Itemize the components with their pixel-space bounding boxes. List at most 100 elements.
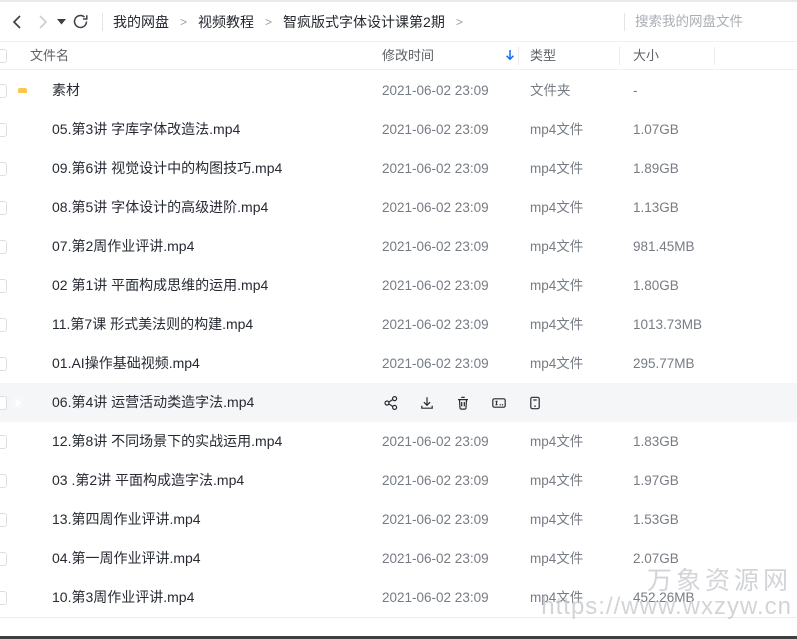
- rename-icon[interactable]: [490, 394, 508, 412]
- file-type: mp4文件: [530, 551, 584, 566]
- file-size: 2.07GB: [633, 551, 679, 566]
- row-checkbox[interactable]: [0, 356, 7, 371]
- file-row[interactable]: 05.第3讲 字库字体改造法.mp4 2021-06-02 23:09 mp4文…: [0, 110, 797, 149]
- file-row[interactable]: 素材 2021-06-02 23:09 文件夹 -: [0, 71, 797, 110]
- file-type: mp4文件: [530, 161, 584, 176]
- forward-button[interactable]: [30, 9, 54, 35]
- file-name[interactable]: 11.第7课 形式美法则的构建.mp4: [52, 305, 253, 344]
- file-row[interactable]: 02 第1讲 平面构成思维的运用.mp4 2021-06-02 23:09 mp…: [0, 266, 797, 305]
- back-button[interactable]: [6, 9, 30, 35]
- search-area: [614, 12, 787, 31]
- file-modified: 2021-06-02 23:09: [382, 551, 489, 566]
- more-icon[interactable]: [526, 394, 544, 412]
- file-modified: 2021-06-02 23:09: [382, 512, 489, 527]
- file-name[interactable]: 12.第8讲 不同场景下的实战运用.mp4: [52, 422, 282, 461]
- delete-icon[interactable]: [454, 394, 472, 412]
- share-icon[interactable]: [382, 394, 400, 412]
- row-checkbox[interactable]: [0, 434, 7, 449]
- row-checkbox[interactable]: [0, 122, 7, 137]
- file-row[interactable]: 13.第四周作业评讲.mp4 2021-06-02 23:09 mp4文件 1.…: [0, 500, 797, 539]
- netdisk-file-manager: 我的网盘 > 视频教程 > 智疯版式字体设计课第2期 > 文件名 修改时间 类型…: [0, 0, 797, 639]
- table-header: 文件名 修改时间 类型 大小: [0, 41, 797, 70]
- row-checkbox[interactable]: [0, 161, 7, 176]
- file-name[interactable]: 13.第四周作业评讲.mp4: [52, 500, 201, 539]
- file-name[interactable]: 01.AI操作基础视频.mp4: [52, 344, 200, 383]
- toolbar: 我的网盘 > 视频教程 > 智疯版式字体设计课第2期 >: [0, 2, 797, 41]
- column-header-type[interactable]: 类型: [530, 42, 556, 70]
- file-name[interactable]: 素材: [52, 71, 80, 110]
- column-header-size[interactable]: 大小: [633, 42, 659, 70]
- file-size: 1.07GB: [633, 122, 679, 137]
- row-checkbox[interactable]: [0, 473, 7, 488]
- file-row[interactable]: 11.第7课 形式美法则的构建.mp4 2021-06-02 23:09 mp4…: [0, 305, 797, 344]
- row-checkbox[interactable]: [0, 512, 7, 527]
- search-input[interactable]: [635, 14, 787, 29]
- file-type: mp4文件: [530, 473, 584, 488]
- file-type: mp4文件: [530, 434, 584, 449]
- breadcrumb-separator: >: [265, 14, 273, 29]
- file-row[interactable]: 07.第2周作业评讲.mp4 2021-06-02 23:09 mp4文件 98…: [0, 227, 797, 266]
- column-divider: [619, 47, 620, 65]
- sort-desc-icon[interactable]: [505, 49, 515, 65]
- file-size: 1.89GB: [633, 161, 679, 176]
- file-modified: 2021-06-02 23:09: [382, 356, 489, 371]
- search-divider: [624, 12, 625, 31]
- file-name[interactable]: 09.第6讲 视觉设计中的构图技巧.mp4: [52, 149, 282, 188]
- breadcrumb-item-my-drive[interactable]: 我的网盘: [113, 12, 169, 32]
- column-divider: [714, 47, 715, 65]
- breadcrumb-item-video-tutorials[interactable]: 视频教程: [198, 12, 254, 32]
- file-modified: 2021-06-02 23:09: [382, 434, 489, 449]
- column-header-name[interactable]: 文件名: [30, 42, 69, 70]
- file-row[interactable]: 03 .第2讲 平面构成造字法.mp4 2021-06-02 23:09 mp4…: [0, 461, 797, 500]
- file-row[interactable]: 09.第6讲 视觉设计中的构图技巧.mp4 2021-06-02 23:09 m…: [0, 149, 797, 188]
- file-type: mp4文件: [530, 200, 584, 215]
- file-modified: 2021-06-02 23:09: [382, 83, 489, 98]
- row-checkbox[interactable]: [0, 317, 7, 332]
- file-type: mp4文件: [530, 317, 584, 332]
- file-modified: 2021-06-02 23:09: [382, 239, 489, 254]
- row-checkbox[interactable]: [0, 551, 7, 566]
- file-type: mp4文件: [530, 239, 584, 254]
- file-name[interactable]: 03 .第2讲 平面构成造字法.mp4: [52, 461, 244, 500]
- row-checkbox[interactable]: [0, 590, 7, 605]
- breadcrumb-separator: >: [180, 14, 188, 29]
- file-name[interactable]: 06.第4讲 运营活动类造字法.mp4: [52, 383, 254, 422]
- file-modified: 2021-06-02 23:09: [382, 590, 489, 605]
- file-row[interactable]: 10.第3周作业评讲.mp4 2021-06-02 23:09 mp4文件 45…: [0, 578, 797, 617]
- select-all-checkbox[interactable]: [0, 48, 7, 63]
- row-checkbox[interactable]: [0, 200, 7, 215]
- file-name[interactable]: 05.第3讲 字库字体改造法.mp4: [52, 110, 240, 149]
- breadcrumb-item-current-folder[interactable]: 智疯版式字体设计课第2期: [283, 12, 445, 32]
- download-icon[interactable]: [418, 394, 436, 412]
- file-size: 1.13GB: [633, 200, 679, 215]
- row-hover-actions: [382, 394, 544, 412]
- file-name[interactable]: 10.第3周作业评讲.mp4: [52, 578, 194, 617]
- file-modified: 2021-06-02 23:09: [382, 161, 489, 176]
- file-name[interactable]: 04.第一周作业评讲.mp4: [52, 539, 201, 578]
- file-type: mp4文件: [530, 122, 584, 137]
- file-type: 文件夹: [530, 83, 571, 98]
- refresh-icon[interactable]: [68, 9, 92, 35]
- file-size: 452.26MB: [633, 590, 695, 605]
- file-size: 981.45MB: [633, 239, 695, 254]
- file-name[interactable]: 08.第5讲 字体设计的高级进阶.mp4: [52, 188, 268, 227]
- file-type: mp4文件: [530, 512, 584, 527]
- file-row[interactable]: 12.第8讲 不同场景下的实战运用.mp4 2021-06-02 23:09 m…: [0, 422, 797, 461]
- file-type: mp4文件: [530, 590, 584, 605]
- file-row[interactable]: 04.第一周作业评讲.mp4 2021-06-02 23:09 mp4文件 2.…: [0, 539, 797, 578]
- row-checkbox[interactable]: [0, 278, 7, 293]
- column-header-modified[interactable]: 修改时间: [382, 42, 434, 70]
- file-row[interactable]: 06.第4讲 运营活动类造字法.mp4: [0, 383, 797, 422]
- window-top-edge: [0, 0, 797, 2]
- file-modified: 2021-06-02 23:09: [382, 317, 489, 332]
- file-row[interactable]: 01.AI操作基础视频.mp4 2021-06-02 23:09 mp4文件 2…: [0, 344, 797, 383]
- row-checkbox[interactable]: [0, 239, 7, 254]
- row-checkbox[interactable]: [0, 83, 7, 98]
- breadcrumb: 我的网盘 > 视频教程 > 智疯版式字体设计课第2期 >: [113, 12, 463, 32]
- row-checkbox[interactable]: [0, 395, 7, 410]
- file-name[interactable]: 07.第2周作业评讲.mp4: [52, 227, 194, 266]
- file-name[interactable]: 02 第1讲 平面构成思维的运用.mp4: [52, 266, 268, 305]
- file-row[interactable]: 08.第5讲 字体设计的高级进阶.mp4 2021-06-02 23:09 mp…: [0, 188, 797, 227]
- history-dropdown-icon[interactable]: [54, 9, 68, 35]
- file-size: -: [633, 83, 638, 98]
